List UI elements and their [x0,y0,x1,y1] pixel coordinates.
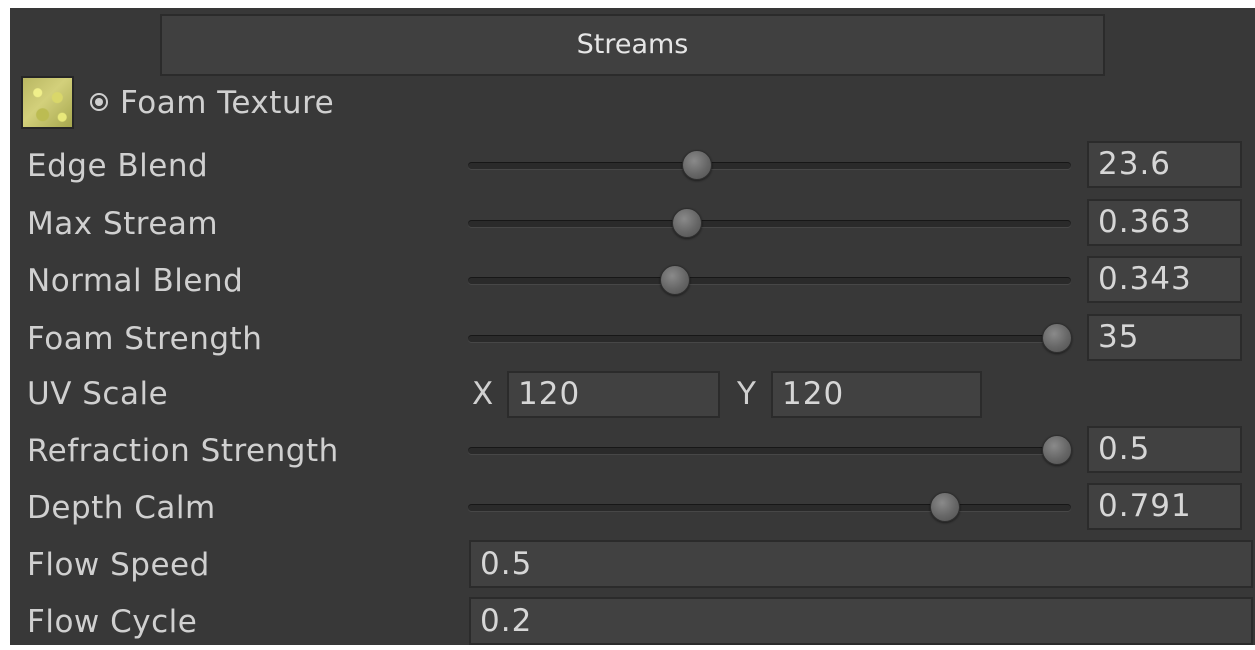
slider-label: Max Stream [27,206,219,242]
slider-track[interactable] [468,323,1073,353]
slider-thumb[interactable] [671,208,702,238]
slider-track[interactable] [468,208,1071,238]
flow-cycle-label: Flow Cycle [27,604,198,640]
flow-cycle-row: Flow Cycle 0.2 [10,594,1255,650]
slider-thumb[interactable] [1042,323,1073,353]
section-header[interactable]: Streams [160,14,1105,76]
flow-speed-field[interactable]: 0.5 [469,540,1253,588]
uv-scale-x-field[interactable]: 120 [507,371,720,418]
value-field[interactable]: 0.363 [1087,199,1242,246]
slider-row-max-stream: Max Stream 0.363 [10,196,1255,252]
slider-thumb[interactable] [682,150,713,180]
x-axis-label: X [472,376,494,412]
value-field[interactable]: 0.791 [1087,483,1242,530]
foam-texture-thumbnail[interactable] [21,76,74,129]
slider-label: Refraction Strength [27,433,339,469]
uv-scale-row: UV Scale X 120 Y 120 [10,366,1255,422]
slider-row-refraction-strength: Refraction Strength 0.5 [10,423,1255,479]
slider-row-depth-calm: Depth Calm 0.791 [10,480,1255,536]
foam-texture-label: Foam Texture [120,85,335,121]
uv-scale-label: UV Scale [27,376,169,412]
value-field[interactable]: 23.6 [1087,141,1242,188]
slider-thumb[interactable] [929,492,960,522]
slider-track[interactable] [468,150,1071,180]
slider-label: Edge Blend [27,148,209,184]
value-field[interactable]: 0.343 [1087,256,1242,303]
slider-row-foam-strength: Foam Strength 35 [10,311,1255,367]
object-picker-icon[interactable] [90,93,108,111]
y-axis-label: Y [737,376,756,412]
slider-track[interactable] [468,265,1071,295]
slider-track[interactable] [468,492,1071,522]
flow-speed-label: Flow Speed [27,547,210,583]
slider-thumb[interactable] [659,265,690,295]
slider-label: Foam Strength [27,321,263,357]
value-field[interactable]: 0.5 [1087,426,1242,473]
uv-scale-y-field[interactable]: 120 [771,371,982,418]
flow-speed-row: Flow Speed 0.5 [10,537,1255,593]
slider-row-normal-blend: Normal Blend 0.343 [10,253,1255,309]
slider-track[interactable] [468,435,1073,465]
flow-cycle-field[interactable]: 0.2 [469,597,1253,645]
slider-label: Depth Calm [27,490,216,526]
slider-thumb[interactable] [1042,435,1073,465]
value-field[interactable]: 35 [1087,314,1242,361]
slider-row-edge-blend: Edge Blend 23.6 [10,138,1255,194]
slider-label: Normal Blend [27,263,244,299]
